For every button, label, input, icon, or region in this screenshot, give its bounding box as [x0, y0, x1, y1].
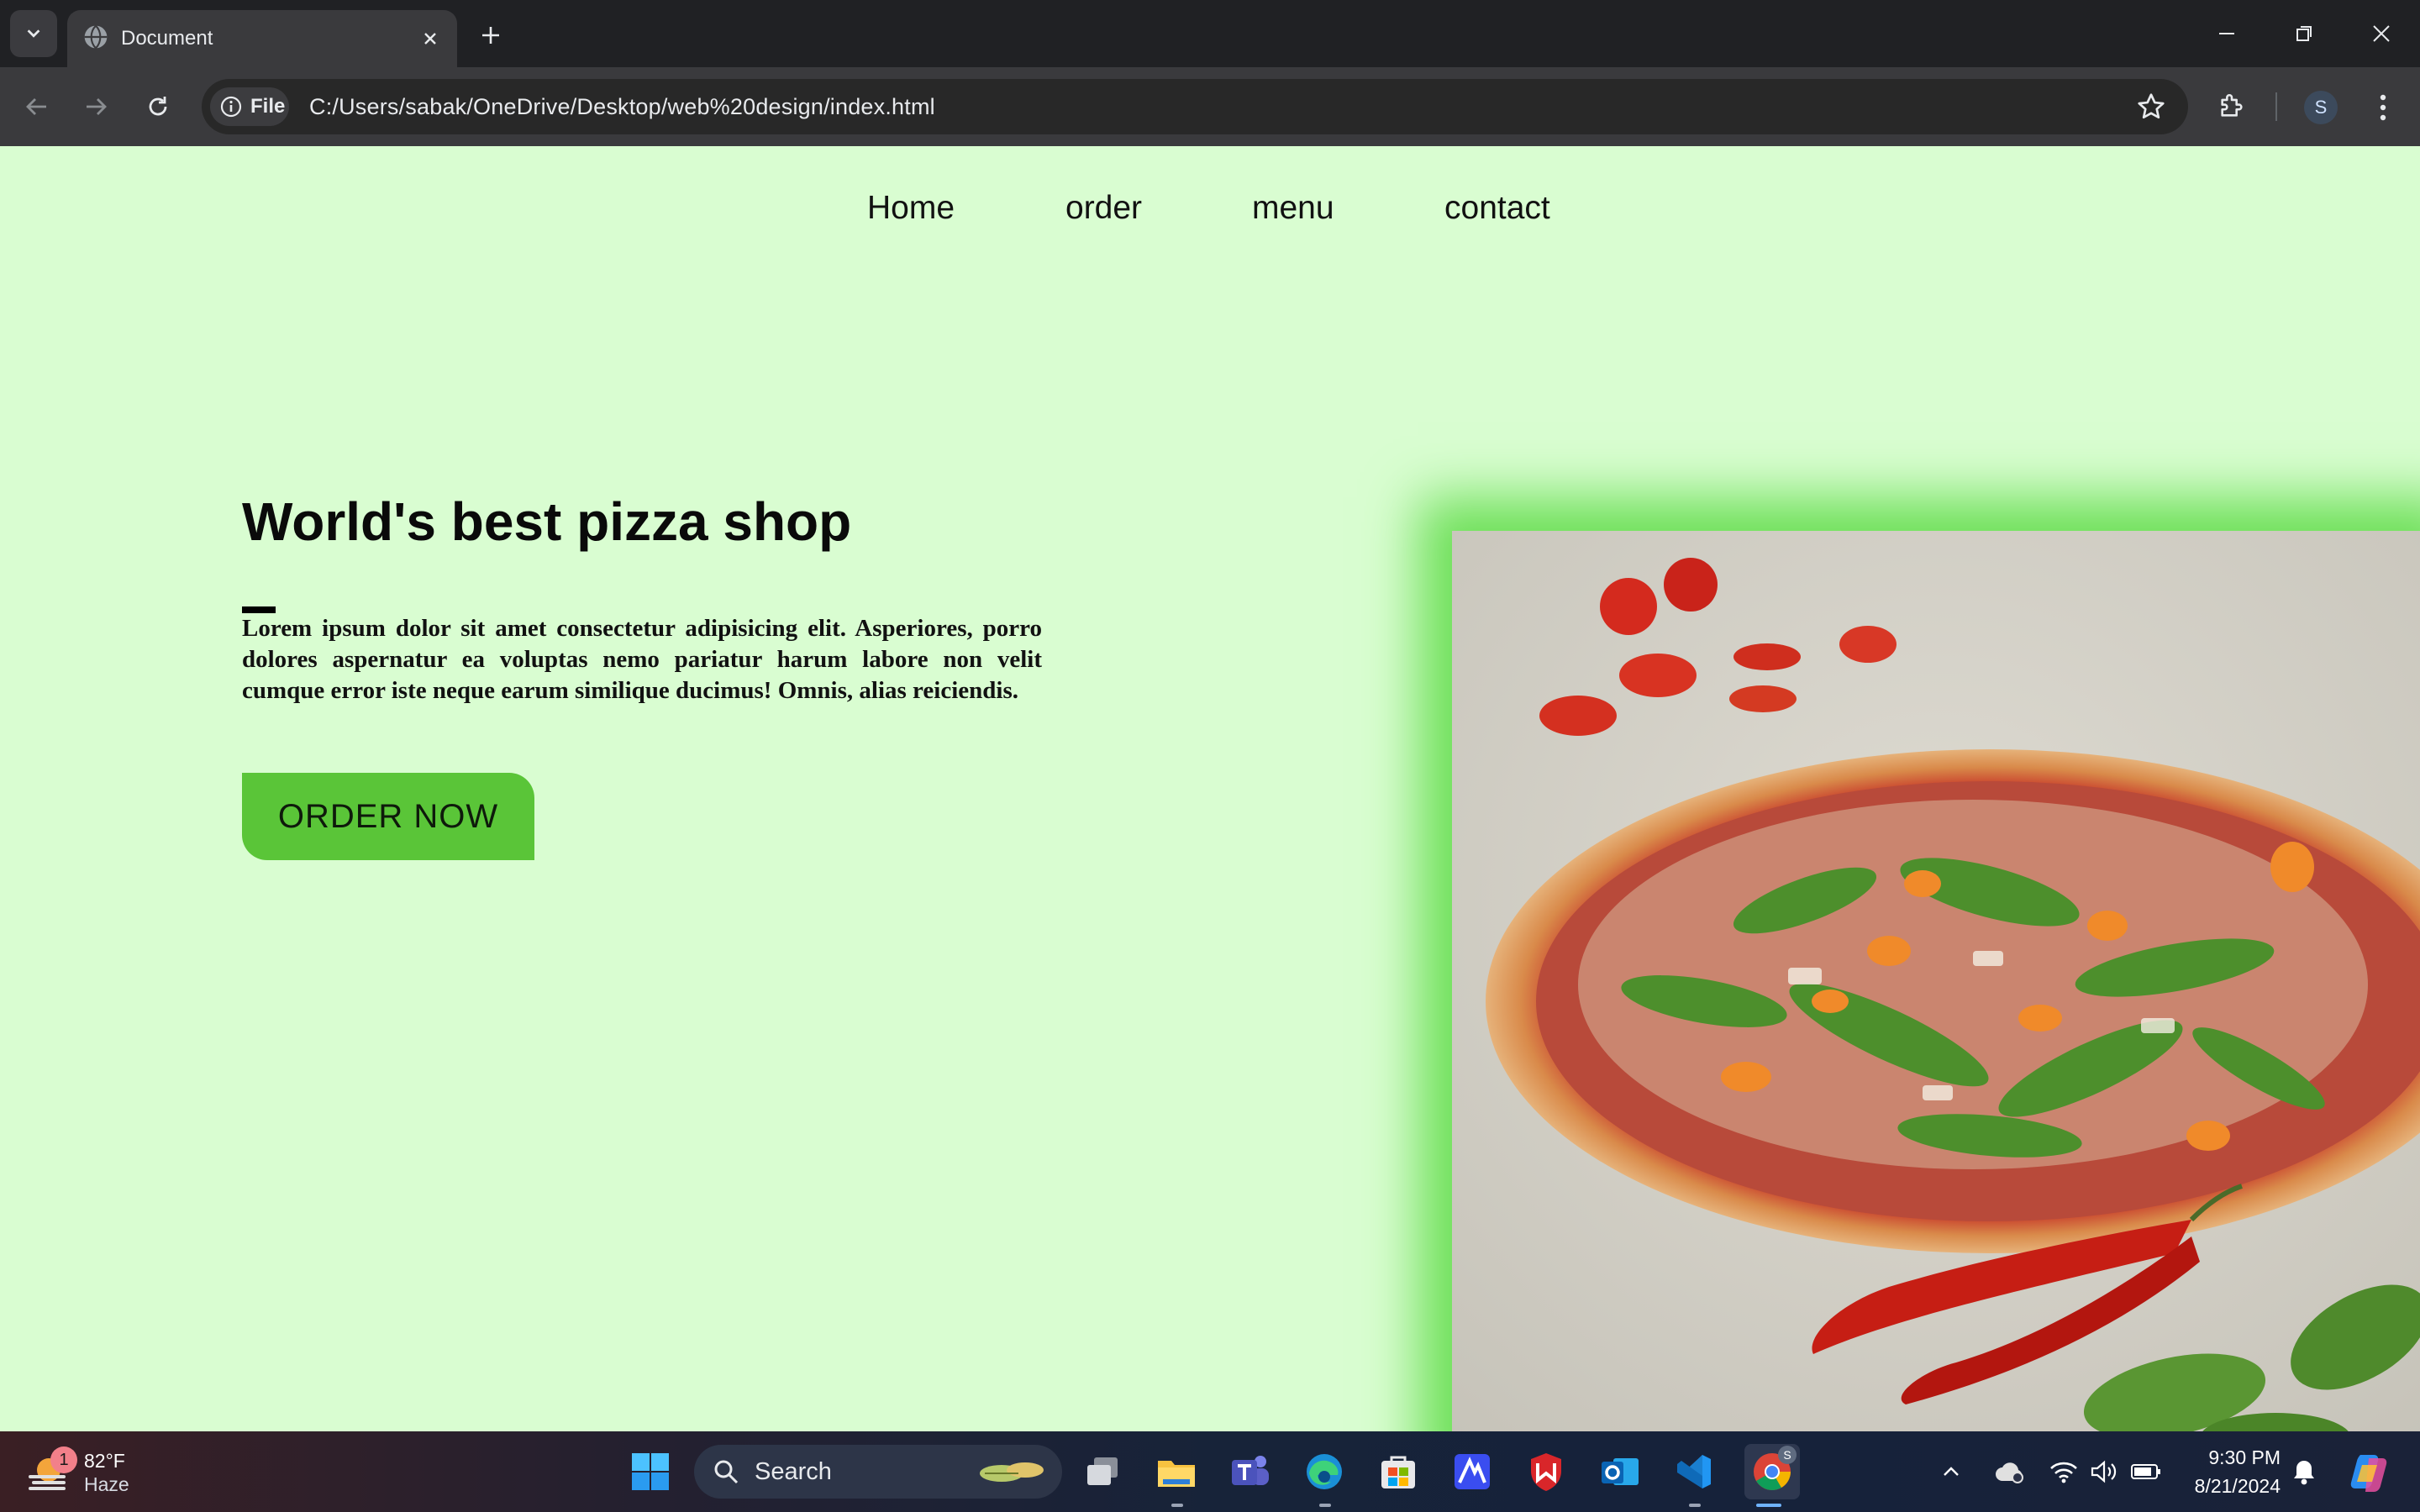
puzzle-icon	[2221, 94, 2243, 117]
store-icon	[1381, 1456, 1415, 1488]
folder-icon	[1158, 1461, 1195, 1487]
copilot-icon	[2350, 1455, 2387, 1492]
tab-title: Document	[121, 27, 213, 50]
clock-time: 9:30 PM	[2208, 1446, 2281, 1468]
browser-toolbar: File C:/Users/sabak/OneDrive/Desktop/web…	[0, 67, 2420, 146]
nav-link-contact[interactable]: contact	[1444, 190, 1550, 227]
weather-notification-badge: 1	[50, 1446, 77, 1473]
show-hidden-icons-button[interactable]	[1936, 1448, 1966, 1495]
weather-condition: Haze	[84, 1473, 129, 1495]
taskbar-search[interactable]: Search	[694, 1445, 1062, 1499]
site-chip-label: File	[250, 95, 286, 118]
address-bar[interactable]: File C:/Users/sabak/OneDrive/Desktop/web…	[202, 79, 2188, 134]
search-icon	[714, 1460, 739, 1484]
restore-button[interactable]	[2274, 8, 2334, 59]
minimize-icon	[2219, 33, 2234, 34]
battery-icon	[2131, 1464, 2160, 1479]
more-vert-icon	[2380, 94, 2386, 121]
task-view-button[interactable]	[1079, 1448, 1126, 1495]
hero-title: World's best pizza shop	[242, 491, 852, 552]
chrome-button[interactable]: S	[1744, 1444, 1800, 1499]
weather-widget[interactable]: 1 82°F Haze	[25, 1446, 176, 1497]
clock-date: 8/21/2024	[2194, 1475, 2281, 1497]
extensions-button[interactable]	[2212, 86, 2252, 126]
globe-icon	[84, 24, 108, 50]
bookmark-star-icon[interactable]	[2136, 92, 2166, 122]
volume-status[interactable]	[2087, 1448, 2121, 1495]
nav-link-menu[interactable]: menu	[1252, 190, 1334, 227]
speaker-icon	[2091, 1460, 2117, 1483]
search-label: Search	[755, 1458, 832, 1485]
arrow-right-icon	[87, 98, 107, 115]
vscode-icon	[1677, 1455, 1711, 1488]
onedrive-status[interactable]	[1991, 1448, 2028, 1495]
nav-link-order[interactable]: order	[1065, 190, 1142, 227]
tab-close-button[interactable]	[417, 25, 444, 52]
toolbar-separator	[2275, 92, 2277, 121]
outlook-button[interactable]	[1597, 1448, 1644, 1495]
windows-start-icon	[632, 1453, 669, 1490]
site-info-chip[interactable]: File	[210, 87, 289, 126]
plus-icon	[482, 27, 499, 44]
pizza-image	[1452, 531, 2420, 1431]
nav-link-home[interactable]: Home	[867, 190, 955, 227]
running-indicator	[1319, 1504, 1331, 1507]
hero-description: Lorem ipsum dolor sit amet consectetur a…	[242, 615, 1042, 704]
microsoft-store-button[interactable]	[1375, 1448, 1422, 1495]
start-button[interactable]	[627, 1448, 674, 1495]
teams-icon	[1232, 1456, 1269, 1485]
mcafee-button[interactable]	[1523, 1448, 1570, 1495]
shield-icon	[1531, 1453, 1561, 1491]
close-icon	[2373, 25, 2390, 42]
back-button[interactable]	[15, 85, 59, 129]
copilot-button[interactable]	[2344, 1448, 2395, 1495]
new-tab-button[interactable]	[472, 17, 509, 54]
cloud-icon	[1996, 1462, 2023, 1483]
task-view-icon	[1087, 1457, 1118, 1485]
order-now-button[interactable]: ORDER NOW	[242, 773, 534, 860]
reload-button[interactable]	[136, 85, 180, 129]
weather-temperature: 82°F	[84, 1450, 125, 1472]
forward-button[interactable]	[74, 85, 118, 129]
clock[interactable]: 9:30 PM 8/21/2024	[2183, 1443, 2281, 1500]
running-indicator	[1689, 1504, 1701, 1507]
reload-icon	[149, 97, 167, 116]
running-indicator	[1171, 1504, 1183, 1507]
site-nav: Home order menu contact	[0, 190, 2420, 240]
browser-tab-bar: Document	[0, 0, 2420, 67]
battery-status[interactable]	[2129, 1448, 2163, 1495]
bell-icon	[2294, 1461, 2314, 1485]
edge-icon	[1307, 1454, 1342, 1489]
url-text[interactable]: C:/Users/sabak/OneDrive/Desktop/web%20de…	[309, 79, 935, 134]
windows-taskbar: 1 82°F Haze Search S 9:30 PM 8/21/2024	[0, 1431, 2420, 1512]
notifications-button[interactable]	[2287, 1448, 2321, 1495]
title-underline	[242, 606, 276, 613]
arrow-left-icon	[26, 98, 46, 115]
chrome-profile-badge: S	[1778, 1446, 1797, 1464]
app-logo-icon	[1455, 1454, 1490, 1489]
edge-button[interactable]	[1301, 1448, 1348, 1495]
close-window-button[interactable]	[2351, 8, 2412, 59]
chevron-down-icon	[27, 29, 40, 38]
wifi-icon	[2050, 1462, 2077, 1483]
info-icon	[220, 96, 242, 118]
page-viewport: Home order menu contact World's best piz…	[0, 146, 2420, 1431]
profile-avatar[interactable]: S	[2304, 91, 2338, 124]
pizza-illustration	[1452, 531, 2420, 1431]
close-icon	[424, 33, 436, 45]
tab-search-button[interactable]	[10, 10, 57, 57]
app-button-generic[interactable]	[1449, 1448, 1496, 1495]
browser-tab[interactable]: Document	[67, 10, 457, 67]
vscode-button[interactable]	[1670, 1448, 1718, 1495]
search-highlight-icon	[980, 1462, 1044, 1482]
wifi-status[interactable]	[2047, 1448, 2081, 1495]
file-explorer-button[interactable]	[1153, 1448, 1200, 1495]
outlook-icon	[1602, 1458, 1639, 1485]
restore-icon	[2296, 26, 2312, 41]
browser-menu-button[interactable]	[2366, 87, 2400, 128]
active-indicator	[1756, 1504, 1781, 1507]
teams-button[interactable]	[1227, 1448, 1274, 1495]
chevron-up-icon	[1944, 1467, 1959, 1476]
minimize-button[interactable]	[2196, 8, 2257, 59]
